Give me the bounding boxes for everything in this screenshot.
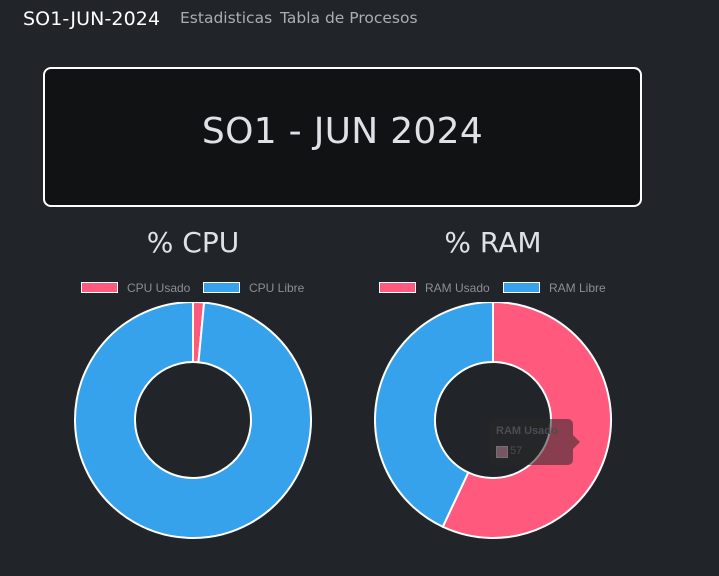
banner-title: SO1 - JUN 2024 <box>201 111 484 152</box>
legend-label: CPU Libre <box>249 281 305 295</box>
legend-label: RAM Usado <box>425 281 490 295</box>
ram-chart: % RAM RAM Usado RAM Libre RAM Usado 57 <box>353 226 633 556</box>
nav-link-estadisticas[interactable]: Estadisticas <box>180 9 272 27</box>
nav-link-tabla-procesos[interactable]: Tabla de Procesos <box>280 9 418 27</box>
cpu-chart: % CPU CPU Usado CPU Libre <box>53 226 333 556</box>
ram-legend: RAM Usado RAM Libre <box>353 281 633 297</box>
navbar: SO1-JUN-2024 Estadisticas Tabla de Proce… <box>0 0 719 38</box>
tooltip-title: RAM Usado <box>496 425 558 437</box>
tooltip-value: 57 <box>510 445 523 457</box>
cpu-donut <box>74 302 312 539</box>
cpu-legend: CPU Usado CPU Libre <box>53 281 333 297</box>
legend-swatch <box>81 282 118 293</box>
chart-tooltip: RAM Usado 57 <box>489 419 580 465</box>
ram-chart-title: % RAM <box>444 226 542 259</box>
legend-label: RAM Libre <box>549 281 606 295</box>
legend-swatch <box>203 282 240 293</box>
cpu-chart-title: % CPU <box>146 226 240 259</box>
brand-link[interactable]: SO1-JUN-2024 <box>23 8 160 30</box>
title-banner: SO1 - JUN 2024 <box>43 67 642 207</box>
legend-label: CPU Usado <box>127 281 191 295</box>
tooltip-swatch <box>496 446 508 458</box>
legend-swatch <box>503 282 540 293</box>
donut-slice-cpu-libre[interactable] <box>74 302 312 539</box>
legend-swatch <box>379 282 416 293</box>
